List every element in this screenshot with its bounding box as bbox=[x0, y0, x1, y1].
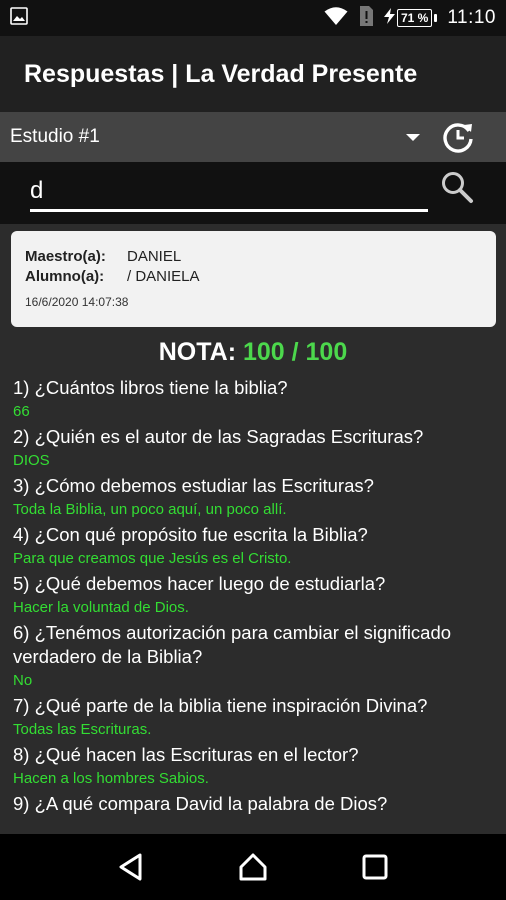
score: NOTA: 100 / 100 bbox=[0, 338, 506, 367]
question-text: 8) ¿Qué hacen las Escrituras en el lecto… bbox=[13, 744, 359, 765]
recents-button[interactable] bbox=[345, 842, 405, 892]
answer-text: Hacer la voluntad de Dios. bbox=[13, 599, 189, 616]
clock: 11:10 bbox=[447, 7, 496, 28]
teacher-row: Maestro(a): DANIEL bbox=[25, 247, 482, 267]
list-item: 7) ¿Qué parte de la biblia tiene inspira… bbox=[13, 694, 499, 741]
student-label: Alumno(a): bbox=[25, 268, 105, 285]
list-item: 9) ¿A qué compara David la palabra de Di… bbox=[13, 792, 499, 816]
question-text: 9) ¿A qué compara David la palabra de Di… bbox=[13, 793, 388, 814]
answers-list[interactable]: 1) ¿Cuántos libros tiene la biblia? 66 2… bbox=[13, 376, 499, 820]
dropdown-arrow-icon bbox=[406, 133, 420, 141]
student-info-card: Maestro(a): DANIEL Alumno(a): / DANIELA … bbox=[11, 231, 496, 327]
question-text: 7) ¿Qué parte de la biblia tiene inspira… bbox=[13, 695, 428, 716]
study-selected: Estudio #1 bbox=[10, 126, 100, 147]
list-item: 5) ¿Qué debemos hacer luego de estudiarl… bbox=[13, 572, 499, 619]
answer-text: Todas las Escrituras. bbox=[13, 721, 152, 738]
home-icon bbox=[239, 853, 267, 881]
student-name: / DANIELA bbox=[127, 268, 200, 285]
battery-level: 71 % bbox=[397, 9, 433, 27]
answer-text: 66 bbox=[13, 403, 30, 420]
list-item: 1) ¿Cuántos libros tiene la biblia? 66 bbox=[13, 376, 499, 423]
teacher-label: Maestro(a): bbox=[25, 248, 106, 265]
refresh-icon bbox=[443, 123, 473, 153]
answer-text: Para que creamos que Jesús es el Cristo. bbox=[13, 550, 292, 567]
search-icon[interactable] bbox=[440, 170, 474, 209]
submission-date: 16/6/2020 14:07:38 bbox=[25, 295, 129, 309]
question-text: 4) ¿Con qué propósito fue escrita la Bib… bbox=[13, 524, 368, 545]
list-item: 2) ¿Quién es el autor de las Sagradas Es… bbox=[13, 425, 499, 472]
navigation-bar bbox=[0, 834, 506, 900]
study-toolbar: Estudio #1 bbox=[0, 112, 506, 162]
question-text: 5) ¿Qué debemos hacer luego de estudiarl… bbox=[13, 573, 386, 594]
study-dropdown[interactable]: Estudio #1 bbox=[10, 126, 434, 148]
student-row: Alumno(a): / DANIELA bbox=[25, 267, 482, 287]
wifi-icon bbox=[324, 6, 348, 31]
question-text: 2) ¿Quién es el autor de las Sagradas Es… bbox=[13, 426, 424, 447]
status-bar: 71 % 11:10 bbox=[0, 0, 506, 36]
back-button[interactable] bbox=[101, 842, 161, 892]
answer-text: Hacen a los hombres Sabios. bbox=[13, 770, 209, 787]
recents-icon bbox=[362, 854, 388, 880]
app-title: Respuestas | La Verdad Presente bbox=[24, 59, 418, 88]
list-item: 8) ¿Qué hacen las Escrituras en el lecto… bbox=[13, 743, 499, 790]
score-value: 100 / 100 bbox=[242, 338, 348, 366]
home-button[interactable] bbox=[223, 842, 283, 892]
list-item: 3) ¿Cómo debemos estudiar las Escrituras… bbox=[13, 474, 499, 521]
score-label: NOTA: bbox=[158, 338, 243, 366]
back-icon bbox=[119, 853, 142, 881]
charging-icon bbox=[384, 7, 395, 29]
sim-alert-icon bbox=[358, 5, 374, 32]
question-text: 3) ¿Cómo debemos estudiar las Escrituras… bbox=[13, 475, 374, 496]
app-bar: Respuestas | La Verdad Presente bbox=[0, 36, 506, 112]
answer-text: DIOS bbox=[13, 452, 50, 469]
list-item: 6) ¿Tenémos autorización para cambiar el… bbox=[13, 621, 499, 692]
search-input[interactable] bbox=[30, 172, 428, 212]
answer-text: No bbox=[13, 672, 33, 689]
list-item: 4) ¿Con qué propósito fue escrita la Bib… bbox=[13, 523, 499, 570]
search-bar bbox=[0, 162, 506, 224]
image-icon bbox=[10, 6, 28, 30]
question-text: 1) ¿Cuántos libros tiene la biblia? bbox=[13, 377, 288, 398]
battery-icon: 71 % bbox=[384, 7, 438, 29]
teacher-name: DANIEL bbox=[127, 248, 182, 265]
question-text: 6) ¿Tenémos autorización para cambiar el… bbox=[13, 622, 452, 667]
answer-text: Toda la Biblia, un poco aquí, un poco al… bbox=[13, 501, 287, 518]
refresh-button[interactable] bbox=[434, 113, 482, 161]
